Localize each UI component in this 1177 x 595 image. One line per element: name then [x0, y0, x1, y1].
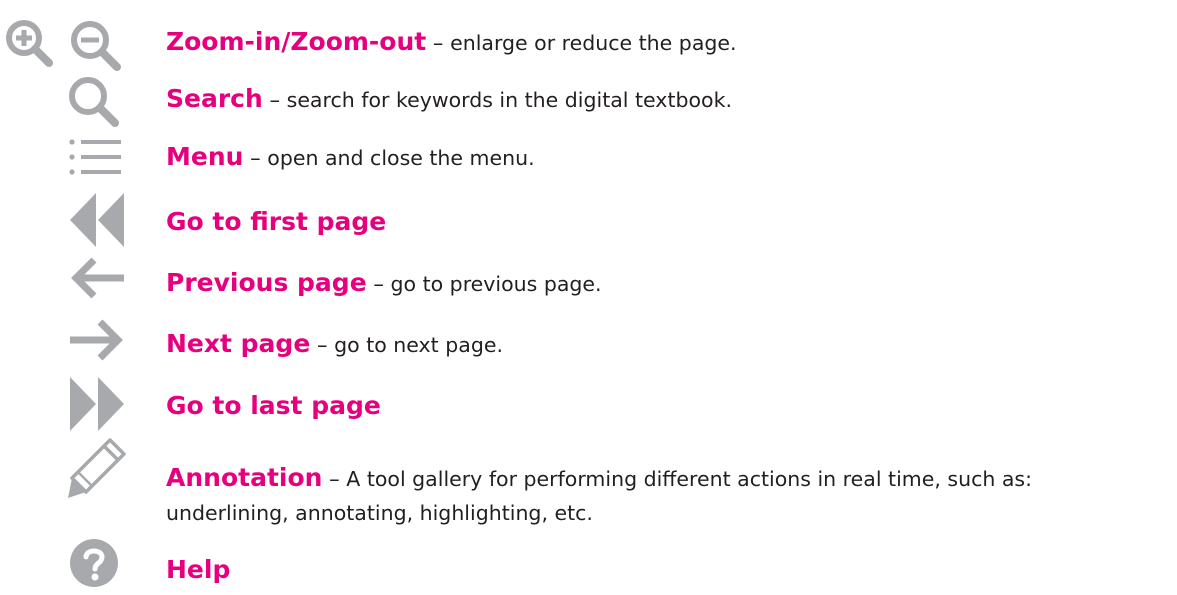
legend-text: Next page – go to next page. [166, 327, 503, 362]
legend-title: Menu [166, 142, 244, 171]
legend-text: Go to first page [166, 205, 386, 240]
legend-title: Help [166, 555, 231, 584]
legend-text: Previous page – go to previous page. [166, 266, 602, 301]
legend-separator: – [310, 333, 335, 357]
legend-title: Search [166, 84, 263, 113]
legend-description: go to previous page. [390, 272, 602, 296]
legend-text: Menu – open and close the menu. [166, 140, 535, 175]
legend-text: Zoom-in/Zoom-out – enlarge or reduce the… [166, 25, 737, 60]
legend-title: Go to first page [166, 207, 387, 236]
legend-description: A tool gallery for performing different … [346, 467, 1032, 491]
legend-description-line-2: underlining, annotating, highlighting, e… [166, 501, 593, 525]
legend-separator: – [322, 467, 347, 491]
legend-text: Search – search for keywords in the digi… [166, 82, 732, 117]
legend-separator: – [243, 146, 268, 170]
legend-title: Annotation [166, 463, 323, 492]
search-icon [69, 77, 119, 127]
legend-text-continued: underlining, annotating, highlighting, e… [166, 496, 593, 530]
help-icon [70, 539, 118, 587]
last-page-icon [70, 377, 124, 431]
legend-title: Zoom-in/Zoom-out [166, 27, 427, 56]
legend-text: Annotation – A tool gallery for performi… [166, 461, 1032, 496]
legend-description: open and close the menu. [267, 146, 535, 170]
legend-separator: – [366, 272, 391, 296]
legend-title: Previous page [166, 268, 367, 297]
legend-separator: – [426, 31, 451, 55]
legend-description: search for keywords in the digital textb… [286, 88, 732, 112]
legend-title: Next page [166, 329, 311, 358]
legend-separator: – [262, 88, 287, 112]
legend-text: Help [166, 553, 230, 588]
legend-title: Go to last page [166, 391, 381, 420]
legend-description: go to next page. [334, 333, 503, 357]
legend-text: Go to last page [166, 389, 381, 424]
arrow-right-icon [70, 319, 123, 361]
pencil-icon [68, 438, 126, 498]
menu-list-icon [69, 139, 121, 175]
zoom-in-icon [6, 20, 53, 67]
arrow-left-icon [71, 257, 124, 299]
zoom-out-icon [71, 21, 121, 71]
first-page-icon [70, 193, 124, 247]
legend-description: enlarge or reduce the page. [450, 31, 737, 55]
